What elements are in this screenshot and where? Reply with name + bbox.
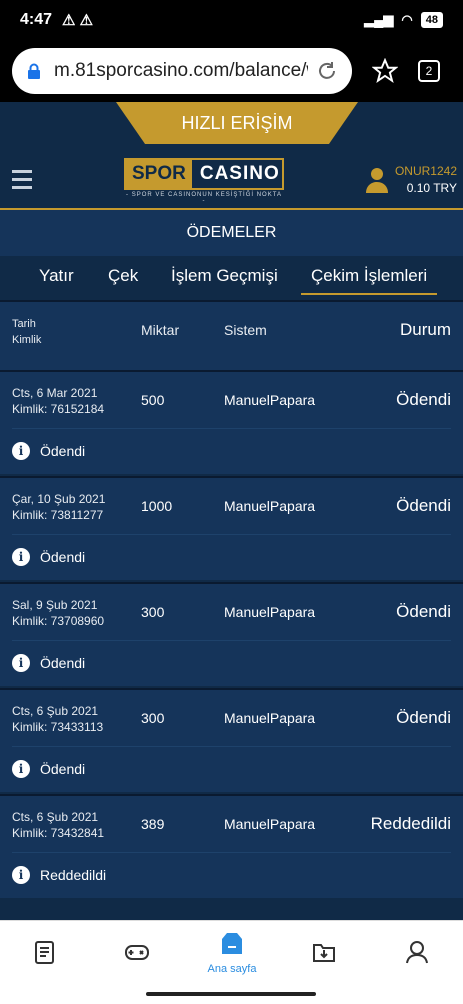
row-system: ManuelPapara bbox=[224, 392, 316, 408]
tab-deposit[interactable]: Yatır bbox=[39, 266, 74, 286]
warning-icon: ⚠ ⚠ bbox=[62, 12, 94, 29]
gamepad-icon[interactable] bbox=[124, 939, 150, 965]
user-account[interactable]: ONUR1242 0.10 TRY bbox=[365, 164, 457, 195]
tab-history[interactable]: İşlem Geçmişi bbox=[171, 266, 278, 286]
home-label[interactable]: Ana sayfa bbox=[200, 963, 264, 975]
table-row[interactable]: Cts, 6 Mar 2021 Kimlik: 76152184 500 Manu… bbox=[0, 370, 463, 474]
battery-icon: 48 bbox=[420, 12, 443, 28]
info-icon[interactable]: i bbox=[12, 442, 30, 460]
info-icon[interactable]: i bbox=[12, 866, 30, 884]
row-amount: 300 bbox=[141, 710, 165, 726]
site-content: HIZLI ERİŞİM SPOR CASINO - SPOR VE CASIN… bbox=[0, 102, 463, 920]
table-row[interactable]: Sal, 9 Şub 2021 Kimlik: 73708960 300 Manu… bbox=[0, 582, 463, 686]
table-row[interactable]: Çar, 10 Şub 2021 Kimlik: 73811277 1000 Ma… bbox=[0, 476, 463, 580]
tab-withdraw[interactable]: Çek bbox=[108, 266, 138, 286]
header-system: Sistem bbox=[224, 322, 267, 338]
table-row[interactable]: Cts, 6 Şub 2021 Kimlik: 73432841 389 Manu… bbox=[0, 794, 463, 898]
table-row[interactable]: Cts, 6 Şub 2021 Kimlik: 73433113 300 Manu… bbox=[0, 688, 463, 792]
wifi-icon: ◠ bbox=[401, 12, 413, 27]
address-bar[interactable]: m.81sporcasino.com/balance/w bbox=[12, 48, 352, 94]
clock: 4:47 bbox=[20, 11, 53, 28]
row-info-text: Ödendi bbox=[40, 655, 86, 671]
home-icon[interactable] bbox=[219, 931, 245, 957]
row-info-text: Ödendi bbox=[40, 443, 86, 459]
page-title: ÖDEMELER bbox=[0, 208, 463, 256]
logo-casino: CASINO bbox=[199, 163, 280, 184]
download-icon[interactable] bbox=[311, 939, 337, 965]
star-icon[interactable] bbox=[372, 58, 398, 84]
balance: 0.10 TRY bbox=[406, 181, 457, 195]
gesture-bar[interactable] bbox=[146, 992, 316, 996]
row-status: Ödendi bbox=[396, 602, 451, 621]
row-system: ManuelPapara bbox=[224, 816, 316, 832]
payment-tabs: Yatır Çek İşlem Geçmişi Çekim İşlemleri bbox=[0, 256, 463, 300]
row-system: ManuelPapara bbox=[224, 710, 316, 726]
row-status: Ödendi bbox=[396, 708, 451, 727]
site-logo[interactable]: SPOR CASINO - SPOR VE CASINONUN KESİŞTİĞ… bbox=[124, 158, 284, 204]
logo-tagline: - SPOR VE CASINONUN KESİŞTİĞİ NOKTA - bbox=[126, 192, 282, 204]
row-amount: 300 bbox=[141, 604, 165, 620]
browser-toolbar: m.81sporcasino.com/balance/w 2 bbox=[0, 40, 463, 102]
row-status: Ödendi bbox=[396, 496, 451, 515]
info-icon[interactable]: i bbox=[12, 760, 30, 778]
header-date-id: Tarih Kimlik bbox=[12, 318, 42, 346]
info-icon[interactable]: i bbox=[12, 654, 30, 672]
username: ONUR1242 bbox=[394, 164, 457, 178]
tab-withdrawals[interactable]: Çekim İşlemleri bbox=[301, 266, 438, 295]
header-amount: Miktar bbox=[141, 322, 180, 338]
row-amount: 389 bbox=[141, 816, 165, 832]
row-amount: 1000 bbox=[141, 498, 173, 514]
user-icon bbox=[365, 167, 388, 193]
row-info-text: Ödendi bbox=[40, 549, 86, 565]
lock-icon bbox=[28, 63, 40, 79]
row-system: ManuelPapara bbox=[224, 498, 316, 514]
row-status: Ödendi bbox=[396, 390, 451, 409]
signal-icon: ▂▄▆ bbox=[364, 12, 394, 27]
status-bar: 4:47 ⚠ ⚠ ▂▄▆ ◠ 48 bbox=[0, 0, 463, 40]
document-icon[interactable] bbox=[32, 939, 58, 965]
row-system: ManuelPapara bbox=[224, 604, 316, 620]
row-info-text: Reddedildi bbox=[40, 867, 107, 883]
divider bbox=[12, 534, 451, 535]
reload-icon[interactable] bbox=[316, 60, 338, 82]
divider bbox=[12, 852, 451, 853]
menu-icon[interactable] bbox=[12, 170, 32, 194]
tabs-button[interactable]: 2 bbox=[418, 60, 440, 82]
divider bbox=[12, 428, 451, 429]
quick-access-button[interactable]: HIZLI ERİŞİM bbox=[116, 102, 358, 144]
profile-icon[interactable] bbox=[404, 939, 430, 965]
divider bbox=[12, 640, 451, 641]
info-icon[interactable]: i bbox=[12, 548, 30, 566]
header-status: Durum bbox=[399, 320, 451, 339]
row-status: Reddedildi bbox=[370, 814, 451, 833]
row-info-text: Ödendi bbox=[40, 761, 86, 777]
row-amount: 500 bbox=[141, 392, 165, 408]
url-text: m.81sporcasino.com/balance/w bbox=[54, 60, 308, 81]
logo-spor: SPOR bbox=[126, 160, 192, 188]
divider bbox=[12, 746, 451, 747]
table-header: Tarih Kimlik Miktar Sistem Durum bbox=[0, 300, 463, 370]
